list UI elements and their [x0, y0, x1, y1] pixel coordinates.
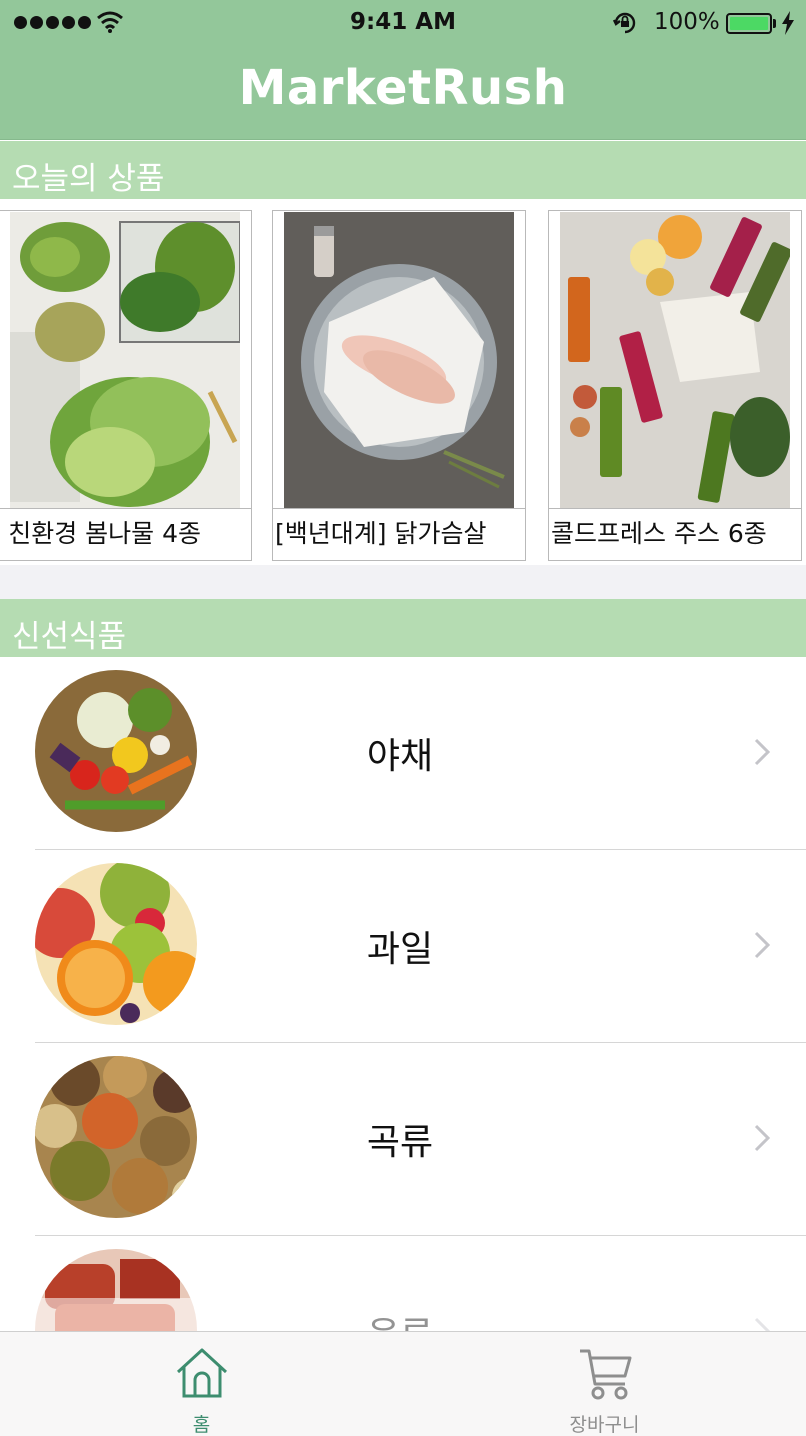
- product-name: [백년대계] 닭가슴살: [273, 508, 525, 560]
- tab-bar: 홈 장바구니: [0, 1331, 806, 1436]
- charging-bolt-icon: [782, 11, 794, 35]
- chevron-right-icon: [754, 931, 771, 959]
- category-row-vegetables[interactable]: 야채: [0, 657, 806, 850]
- rotation-lock-icon: [612, 12, 636, 34]
- product-name: 콜드프레스 주스 6종: [549, 508, 801, 560]
- battery-full-icon: [726, 13, 772, 34]
- product-card[interactable]: [백년대계] 닭가슴살: [272, 210, 526, 561]
- category-row-grains[interactable]: 곡류: [0, 1043, 806, 1236]
- cart-icon: [579, 1349, 631, 1400]
- tab-bar-blur-overlay: [0, 1298, 806, 1332]
- cold-press-juice-photo: [560, 212, 790, 508]
- app-title: MarketRush: [238, 60, 568, 116]
- battery-percent: 100%: [654, 9, 720, 35]
- grains-photo: [35, 1056, 197, 1218]
- chicken-breast-photo: [284, 212, 514, 508]
- home-icon: [176, 1348, 227, 1398]
- section-title: 신선식품: [12, 619, 127, 655]
- today-products-carousel[interactable]: 친환경 봄나물 4종 [백년대계] 닭가슴살 콜드프레스 주스 6종: [0, 199, 806, 565]
- section-spacer: [0, 565, 806, 599]
- tab-home[interactable]: 홈: [0, 1332, 403, 1436]
- chevron-right-icon: [754, 738, 771, 766]
- category-label: 곡류: [366, 1122, 434, 1163]
- vegetables-photo: [35, 670, 197, 832]
- category-label: 과일: [366, 929, 434, 970]
- nav-bar: MarketRush: [0, 46, 806, 140]
- category-list[interactable]: 야채 과일 곡류: [0, 657, 806, 1337]
- tab-label: 홈: [192, 1414, 211, 1436]
- section-header-today: 오늘의 상품: [0, 141, 806, 199]
- category-label: 야채: [366, 736, 434, 777]
- tab-cart[interactable]: 장바구니: [403, 1332, 806, 1436]
- fruits-photo: [35, 863, 197, 1025]
- section-title: 오늘의 상품: [12, 161, 165, 197]
- tab-label: 장바구니: [569, 1414, 640, 1436]
- section-header-fresh: 신선식품: [0, 599, 806, 657]
- product-card[interactable]: 콜드프레스 주스 6종: [548, 210, 802, 561]
- status-bar: 9:41 AM 100%: [0, 0, 806, 46]
- chevron-right-icon: [754, 1124, 771, 1152]
- product-card[interactable]: 친환경 봄나물 4종: [0, 210, 252, 561]
- product-name: 친환경 봄나물 4종: [0, 508, 251, 560]
- greens-photo: [10, 212, 240, 508]
- category-row-fruits[interactable]: 과일: [0, 850, 806, 1043]
